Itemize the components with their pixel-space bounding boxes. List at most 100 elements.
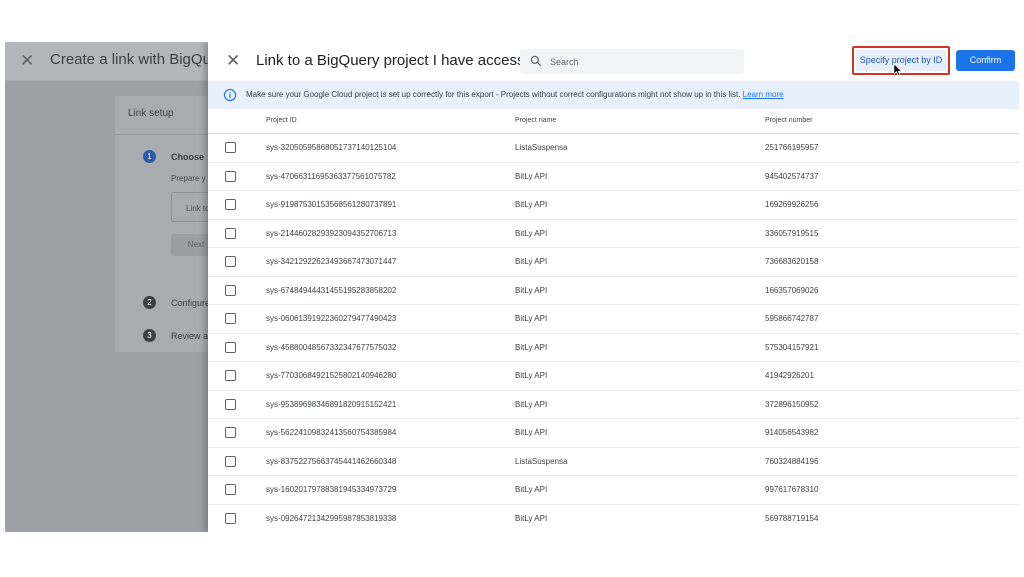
row-checkbox[interactable] bbox=[225, 341, 236, 353]
row-checkbox[interactable] bbox=[225, 455, 236, 467]
project-name-cell: BitLy API bbox=[515, 513, 548, 523]
project-name-cell: BitLy API bbox=[515, 399, 548, 409]
mouse-cursor-icon bbox=[894, 64, 902, 76]
project-name-cell: BitLy API bbox=[515, 285, 548, 295]
project-id-cell: sys-09264721342995987853819338 bbox=[266, 513, 397, 523]
project-number-cell: 997617678310 bbox=[765, 485, 819, 494]
step-1-description: Prepare y bbox=[171, 174, 206, 183]
project-number-cell: 169269926256 bbox=[765, 200, 819, 209]
table-row[interactable]: sys-32050595868051737140125104 ListaSusp… bbox=[208, 134, 1019, 163]
next-button-label: Next bbox=[187, 240, 205, 249]
link-setup-title: Link setup bbox=[128, 108, 174, 119]
project-id-cell: sys-32050595868051737140125104 bbox=[266, 143, 397, 152]
banner-message: Make sure your Google Cloud project is s… bbox=[246, 90, 784, 99]
step-2-label: Configure bbox=[171, 298, 211, 308]
project-id-cell: sys-83752275663745441462660348 bbox=[266, 456, 397, 466]
project-id-cell: sys-47066311695363377561075782 bbox=[266, 171, 396, 181]
video-frame: ✕ Create a link with BigQuery Link setup… bbox=[5, 42, 1019, 532]
step-2-badge: 2 bbox=[143, 296, 156, 309]
project-name-cell: BitLy API bbox=[515, 314, 548, 323]
info-icon bbox=[223, 88, 237, 102]
project-number-cell: 914056543982 bbox=[765, 428, 819, 437]
drawer-header: ✕ Link to a BigQuery project I have acce… bbox=[208, 42, 1019, 80]
project-table-body: sys-32050595868051737140125104 ListaSusp… bbox=[208, 134, 1019, 532]
table-row[interactable]: sys-21446028293923094352706713 BitLy API… bbox=[208, 220, 1019, 248]
table-row[interactable]: sys-67484944431455195283858202 BitLy API… bbox=[208, 277, 1019, 305]
close-icon[interactable]: ✕ bbox=[226, 51, 240, 71]
project-name-cell: BitLy API bbox=[515, 171, 548, 181]
project-number-cell: 336057919515 bbox=[765, 228, 819, 238]
table-row[interactable]: sys-06061391922360279477490423 BitLy API… bbox=[208, 305, 1019, 334]
info-banner: Make sure your Google Cloud project is s… bbox=[208, 81, 1019, 109]
table-row[interactable]: sys-56224109832413560754385984 BitLy API… bbox=[208, 419, 1019, 448]
project-number-cell: 760324884196 bbox=[765, 456, 819, 466]
project-number-cell: 595866742787 bbox=[765, 314, 819, 323]
row-checkbox[interactable] bbox=[225, 256, 236, 267]
row-checkbox[interactable] bbox=[225, 142, 236, 153]
project-name-cell: BitLy API bbox=[515, 428, 548, 437]
row-checkbox[interactable] bbox=[225, 398, 236, 410]
project-name-cell: ListaSuspensa bbox=[515, 456, 568, 466]
step-1-label: Choose bbox=[171, 152, 205, 162]
project-name-cell: ListaSuspensa bbox=[515, 143, 568, 152]
project-name-cell: BitLy API bbox=[515, 485, 548, 494]
project-id-cell: sys-06061391922360279477490423 bbox=[266, 314, 397, 323]
row-checkbox[interactable] bbox=[225, 284, 236, 296]
table-row[interactable]: sys-09264721342995987853819338 BitLy API… bbox=[208, 505, 1019, 533]
project-name-cell: BitLy API bbox=[515, 342, 548, 352]
project-number-cell: 945402574737 bbox=[765, 171, 819, 181]
search-icon bbox=[530, 55, 542, 67]
project-number-cell: 569788719154 bbox=[765, 513, 819, 523]
choose-project-button-label: Link to bbox=[186, 204, 210, 213]
project-id-cell: sys-77030684921525802140946280 bbox=[266, 371, 397, 380]
project-id-cell: sys-45880048567332347677575032 bbox=[266, 342, 397, 352]
project-id-cell: sys-95389698346891820915152421 bbox=[266, 399, 397, 409]
table-row[interactable]: sys-91987530153568561280737891 BitLy API… bbox=[208, 191, 1019, 220]
step-3-label: Review ar bbox=[171, 331, 212, 341]
project-id-cell: sys-34212922623493667473071447 bbox=[266, 257, 397, 266]
column-header-project-id[interactable]: Project ID bbox=[266, 117, 297, 124]
project-number-cell: 575304157921 bbox=[765, 342, 819, 352]
table-row[interactable]: sys-45880048567332347677575032 BitLy API… bbox=[208, 334, 1019, 362]
row-checkbox[interactable] bbox=[225, 370, 236, 381]
table-header: Project ID Project name Project number bbox=[208, 109, 1019, 134]
project-name-cell: BitLy API bbox=[515, 257, 548, 266]
project-name-cell: BitLy API bbox=[515, 371, 548, 380]
confirm-button[interactable]: Confirm bbox=[956, 50, 1015, 71]
row-checkbox[interactable] bbox=[225, 199, 236, 210]
table-row[interactable]: sys-47066311695363377561075782 BitLy API… bbox=[208, 163, 1019, 191]
search-input[interactable] bbox=[550, 49, 735, 74]
project-number-cell: 251766195957 bbox=[765, 143, 819, 152]
row-checkbox[interactable] bbox=[225, 484, 236, 495]
column-header-project-number[interactable]: Project number bbox=[765, 117, 812, 124]
project-id-cell: sys-56224109832413560754385984 bbox=[266, 428, 397, 437]
banner-text: Make sure your Google Cloud project is s… bbox=[246, 90, 741, 99]
search-box[interactable] bbox=[520, 49, 744, 74]
background-title: Create a link with BigQuery bbox=[50, 51, 232, 68]
row-checkbox[interactable] bbox=[225, 227, 236, 239]
background-close-icon[interactable]: ✕ bbox=[20, 51, 34, 71]
project-number-cell: 41942926201 bbox=[765, 371, 814, 380]
project-id-cell: sys-16020179788381945334973729 bbox=[266, 485, 397, 494]
column-header-project-name[interactable]: Project name bbox=[515, 117, 556, 124]
row-checkbox[interactable] bbox=[225, 170, 236, 182]
table-row[interactable]: sys-77030684921525802140946280 BitLy API… bbox=[208, 362, 1019, 391]
row-checkbox[interactable] bbox=[225, 313, 236, 324]
row-checkbox[interactable] bbox=[225, 512, 236, 524]
table-row[interactable]: sys-34212922623493667473071447 BitLy API… bbox=[208, 248, 1019, 277]
step-3-badge: 3 bbox=[143, 329, 156, 342]
table-row[interactable]: sys-95389698346891820915152421 BitLy API… bbox=[208, 391, 1019, 419]
project-number-cell: 372896150952 bbox=[765, 399, 819, 409]
project-id-cell: sys-67484944431455195283858202 bbox=[266, 285, 397, 295]
project-id-cell: sys-21446028293923094352706713 bbox=[266, 228, 397, 238]
project-id-cell: sys-91987530153568561280737891 bbox=[266, 200, 397, 209]
step-1-badge: 1 bbox=[143, 150, 156, 163]
row-checkbox[interactable] bbox=[225, 427, 236, 438]
link-project-drawer: ✕ Link to a BigQuery project I have acce… bbox=[208, 42, 1019, 532]
project-number-cell: 736683620158 bbox=[765, 257, 819, 266]
drawer-title: Link to a BigQuery project I have access… bbox=[256, 52, 542, 69]
table-row[interactable]: sys-83752275663745441462660348 ListaSusp… bbox=[208, 448, 1019, 476]
table-row[interactable]: sys-16020179788381945334973729 BitLy API… bbox=[208, 476, 1019, 505]
project-name-cell: BitLy API bbox=[515, 200, 548, 209]
learn-more-link[interactable]: Learn more bbox=[743, 90, 784, 99]
